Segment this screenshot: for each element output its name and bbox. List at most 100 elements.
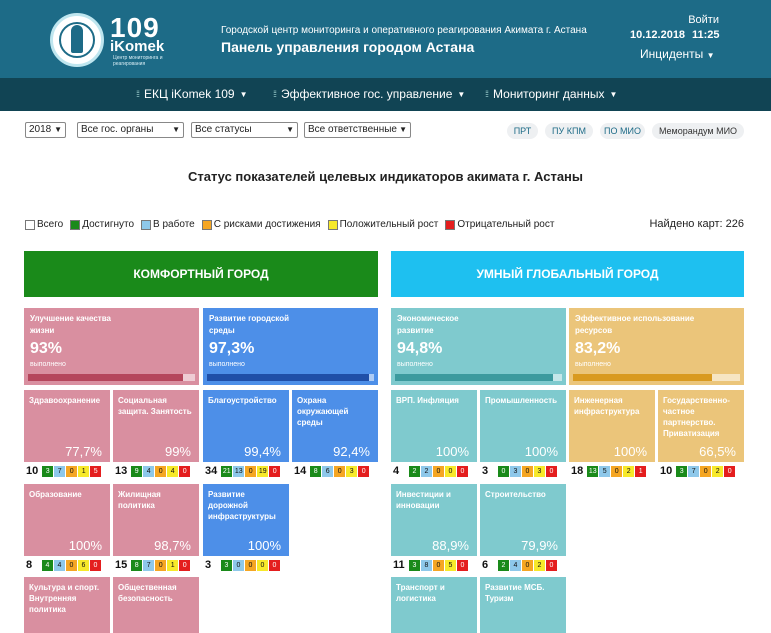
current-date: 10.12.2018 xyxy=(630,29,686,41)
tile-construction[interactable]: Строительство 79,9% 624020 xyxy=(480,484,566,574)
tile-total: 4 xyxy=(393,465,400,477)
incidents-label: Инциденты xyxy=(640,47,704,61)
tile-total: 3 xyxy=(482,465,489,477)
count-at-risk: 0 xyxy=(433,559,444,571)
card-economic-development[interactable]: Экономическое развитие 94,8% выполнено xyxy=(391,308,566,385)
tile-ppp-privatization[interactable]: Государственно-частное партнерство. Прив… xyxy=(658,390,744,480)
count-negative: 0 xyxy=(269,465,281,477)
tile-sme-tourism[interactable]: Развитие МСБ. Туризм xyxy=(480,577,566,633)
legend-item-positive[interactable]: Положительный рост xyxy=(327,219,438,230)
card-urban-environment[interactable]: Развитие городской среды 97,3% выполнено xyxy=(203,308,378,385)
count-at-risk: 0 xyxy=(433,465,444,477)
filter-po-mio-button[interactable]: ПО МИО xyxy=(600,123,645,139)
tile-housing-policy[interactable]: Жилищная политика 98,7% 15 8 7 0 1 0 xyxy=(113,484,199,574)
tile-total: 34 xyxy=(205,465,218,477)
count-positive: 2 xyxy=(623,465,635,477)
count-at-risk: 0 xyxy=(334,465,346,477)
count-at-risk: 0 xyxy=(66,559,77,571)
card-done-label: выполнено xyxy=(397,361,433,368)
legend-label: Всего xyxy=(37,219,64,230)
legend-label: В работе xyxy=(153,219,195,230)
legend-swatch xyxy=(445,219,456,230)
progress-fill xyxy=(207,374,370,381)
count-achieved: 3 xyxy=(409,559,420,571)
organs-select[interactable]: Все гос. органы ▼ xyxy=(77,122,184,138)
legend-swatch xyxy=(25,219,35,230)
count-at-risk: 0 xyxy=(245,559,256,571)
tile-environment[interactable]: Охрана окружающей среды 92,4% 14 8 6 0 3 0 xyxy=(292,390,378,480)
legend-item-at-risk[interactable]: С рисками достижения xyxy=(201,219,321,230)
city-emblem-icon[interactable] xyxy=(50,13,104,67)
year-select[interactable]: 2018 ▼ xyxy=(25,122,66,138)
count-at-risk: 0 xyxy=(155,559,167,571)
status-select[interactable]: Все статусы ▼ xyxy=(191,122,298,138)
tile-percent: 100% xyxy=(613,444,647,459)
tile-transport-logistics[interactable]: Транспорт и логистика xyxy=(391,577,477,633)
progress-fill xyxy=(395,374,554,381)
count-negative: 0 xyxy=(90,559,101,571)
count-in-progress: 0 xyxy=(233,559,244,571)
count-in-progress: 8 xyxy=(421,559,432,571)
card-done-label: выполнено xyxy=(30,361,66,368)
tile-title: Развитие дорожной инфраструктуры xyxy=(208,490,276,521)
tile-title: Охрана окружающей среды xyxy=(297,396,349,427)
nav-item-label: ЕКЦ iKomek 109 xyxy=(144,87,235,101)
count-negative: 0 xyxy=(546,465,557,477)
count-negative: 0 xyxy=(546,559,557,571)
card-quality-of-life[interactable]: Улучшение качества жизни 93% выполнено xyxy=(24,308,199,385)
dots-icon: ⁞⁞ xyxy=(485,89,489,99)
tile-grp-inflation[interactable]: ВРП. Инфляция 100% 422000 xyxy=(391,390,477,480)
tile-title: Строительство xyxy=(485,490,546,499)
section-comfort[interactable]: КОМФОРТНЫЙ ГОРОД xyxy=(24,251,378,297)
tile-counts: 15 8 7 0 1 0 xyxy=(113,556,199,574)
count-achieved: 2 xyxy=(409,465,420,477)
tile-total: 18 xyxy=(571,465,584,477)
count-positive: 6 xyxy=(78,559,89,571)
logo-name[interactable]: iKomek xyxy=(110,38,164,55)
count-at-risk: 0 xyxy=(245,465,257,477)
legend-item-total[interactable]: Всего xyxy=(25,219,63,230)
tile-title: Благоустройство xyxy=(208,396,277,405)
tile-healthcare[interactable]: Здравоохранение 77,7% 10 3 7 0 1 5 xyxy=(24,390,110,480)
legend-swatch xyxy=(141,219,152,230)
card-resource-efficiency[interactable]: Эффективное использование ресурсов 83,2%… xyxy=(569,308,744,385)
tile-landscaping[interactable]: Благоустройство 99,4% 34 21 13 0 19 0 xyxy=(203,390,289,480)
tile-percent: 100% xyxy=(68,538,102,553)
count-at-risk: 0 xyxy=(66,465,78,477)
filter-pu-kpm-button[interactable]: ПУ КПМ xyxy=(545,123,593,139)
tile-percent: 100% xyxy=(247,538,281,553)
section-smart[interactable]: УМНЫЙ ГЛОБАЛЬНЫЙ ГОРОД xyxy=(391,251,744,297)
tile-social-protection[interactable]: Социальная защита. Занятость 99% 13 9 4 0 4 0 xyxy=(113,390,199,480)
tile-percent: 98,7% xyxy=(154,538,191,553)
responsible-select[interactable]: Все ответственные ▼ xyxy=(304,122,411,138)
nav-item-ikomek[interactable]: ⁞⁞ ЕКЦ iKomek 109 ▼ xyxy=(136,87,248,101)
count-achieved: 13 xyxy=(587,465,599,477)
tile-engineering-infrastructure[interactable]: Инженерная инфраструктура 100% 18 13 5 0 2 1 xyxy=(569,390,655,480)
incidents-dropdown[interactable]: Инциденты ▼ xyxy=(640,47,715,61)
legend-item-in-progress[interactable]: В работе xyxy=(141,219,195,230)
found-count: Найдено карт: 226 xyxy=(649,218,744,230)
tile-industry[interactable]: Промышленность 100% 303030 xyxy=(480,390,566,480)
tile-education[interactable]: Образование 100% 844060 xyxy=(24,484,110,574)
legend-item-negative[interactable]: Отрицательный рост xyxy=(445,219,554,230)
filter-memorandum-button[interactable]: Меморандум МИО xyxy=(652,123,744,139)
count-at-risk: 0 xyxy=(155,465,167,477)
login-link[interactable]: Войти xyxy=(688,14,719,26)
count-at-risk: 0 xyxy=(611,465,623,477)
legend-item-achieved[interactable]: Достигнуто xyxy=(70,219,134,230)
tile-investment-innovation[interactable]: Инвестиции и инновации 88,9% 11 3 8 0 5 0 xyxy=(391,484,477,574)
card-percent: 93% xyxy=(30,340,63,357)
tile-counts: 303030 xyxy=(480,462,566,480)
nav-item-governance[interactable]: ⁞⁞ Эффективное гос. управление ▼ xyxy=(273,87,465,101)
filter-prt-button[interactable]: ПРТ xyxy=(507,123,538,139)
tile-public-safety[interactable]: Общественная безопасность xyxy=(113,577,199,633)
tile-culture-sport[interactable]: Культура и спорт. Внутренняя политика xyxy=(24,577,110,633)
tile-road-infrastructure[interactable]: Развитие дорожной инфраструктуры 100% 33… xyxy=(203,484,289,574)
organs-select-value: Все гос. органы xyxy=(81,124,154,135)
nav-item-monitoring[interactable]: ⁞⁞ Мониторинг данных ▼ xyxy=(485,87,617,101)
dots-icon: ⁞⁞ xyxy=(136,89,140,99)
progress-bar xyxy=(395,374,562,381)
count-achieved: 9 xyxy=(131,465,143,477)
tile-title: Промышленность xyxy=(485,396,557,405)
count-positive: 3 xyxy=(346,465,358,477)
